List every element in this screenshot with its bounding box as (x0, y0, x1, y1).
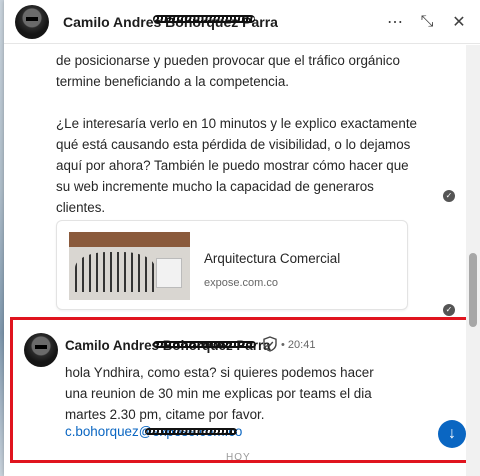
read-receipt-icon: ✓ (443, 190, 455, 202)
message-text: ¿Le interesaría verlo en 10 minutos y le… (56, 116, 417, 215)
redaction-scribble (145, 428, 237, 435)
avatar[interactable] (15, 4, 49, 39)
link-preview-card[interactable]: Arquitectura Comercial expose.com.co (56, 220, 408, 310)
image-detail (75, 252, 155, 292)
header-actions: ⋯ ⤡ ✕ (382, 10, 472, 34)
verified-shield-icon (263, 336, 277, 352)
messaging-window: Camilo Andres Bohorquez Parra ⋯ ⤡ ✕ de p… (4, 0, 480, 476)
message-timestamp: • 20:41 (281, 339, 316, 351)
link-preview-title: Arquitectura Comercial (204, 251, 341, 266)
more-options-icon[interactable]: ⋯ (382, 10, 408, 34)
scroll-down-icon[interactable]: ↓ (438, 420, 466, 448)
redaction-scribble (153, 15, 255, 23)
highlighted-message: Camilo Andres Bohorquez Parra • 20:41 ho… (10, 317, 474, 463)
message-text: de posicionarse y pueden provocar que el… (56, 53, 400, 89)
scrollbar[interactable] (466, 45, 480, 476)
link-preview-image (69, 232, 190, 300)
day-divider: HOY (226, 452, 251, 463)
collapse-icon[interactable]: ⤡ (414, 10, 440, 34)
image-detail (156, 258, 182, 288)
read-receipt-icon: ✓ (443, 304, 455, 316)
avatar[interactable] (24, 333, 58, 367)
message-text: hola Yndhira, como esta? si quieres pode… (65, 365, 374, 422)
close-icon[interactable]: ✕ (446, 10, 472, 34)
scrollbar-thumb[interactable] (469, 253, 477, 327)
link-preview-domain: expose.com.co (204, 277, 278, 289)
redaction-scribble (153, 341, 256, 348)
conversation-header[interactable]: Camilo Andres Bohorquez Parra ⋯ ⤡ ✕ (4, 0, 480, 44)
